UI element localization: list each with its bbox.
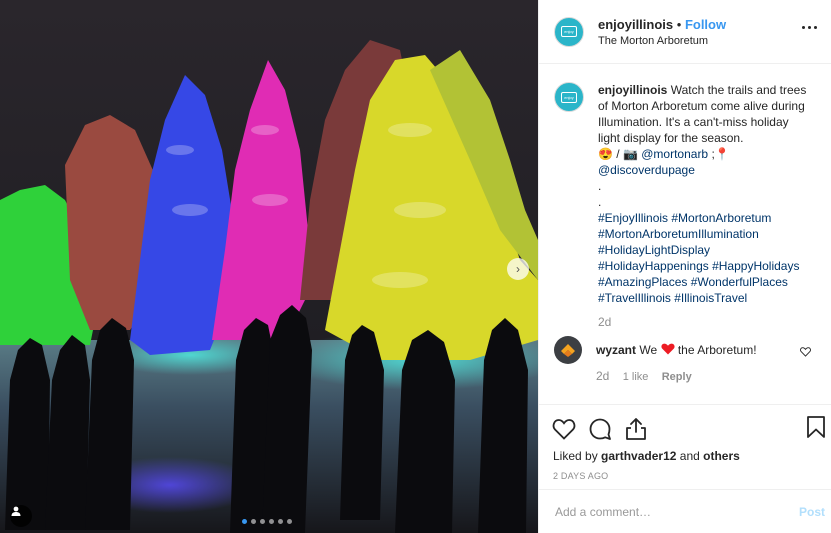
caption: enjoy illinois enjoyillinois Watch the t… — [554, 82, 815, 330]
caption-username[interactable]: enjoyillinois — [598, 83, 667, 97]
caption-body: enjoyillinois Watch the trails and trees… — [598, 82, 813, 330]
post-photo[interactable]: › — [0, 0, 538, 533]
illuminated-trees-photo — [0, 0, 538, 533]
action-bar — [539, 404, 831, 452]
chevron-right-icon: › — [516, 262, 520, 276]
caption-age[interactable]: 2d — [598, 314, 813, 330]
more-options-icon[interactable] — [802, 26, 817, 29]
post-comment-button[interactable]: Post — [799, 505, 825, 519]
comment-button[interactable] — [587, 416, 613, 442]
red-heart-emoji-icon — [660, 343, 675, 355]
header-text: enjoyillinois • Follow The Morton Arbore… — [598, 17, 726, 47]
post-timestamp[interactable]: 2 DAYS AGO — [539, 463, 831, 481]
tagged-users-button[interactable] — [10, 505, 32, 527]
commenter-avatar[interactable] — [554, 336, 582, 364]
comment-like-heart-icon[interactable] — [800, 347, 811, 357]
carousel-dot — [278, 519, 283, 524]
comment-icon — [589, 418, 611, 440]
mention-mortonarb[interactable]: @mortonarb — [641, 147, 708, 161]
carousel-dot — [287, 519, 292, 524]
carousel-indicator — [242, 519, 292, 524]
heart-icon — [552, 418, 576, 440]
comment-text-before: We — [639, 343, 658, 357]
comments-section: enjoy illinois enjoyillinois Watch the t… — [539, 64, 831, 404]
separator-dot: • — [676, 16, 682, 32]
instagram-post: › enjoy illinois enjoyillinois — [0, 0, 831, 533]
comment-username[interactable]: wyzant — [596, 343, 636, 357]
follow-button[interactable]: Follow — [685, 17, 726, 32]
carousel-dot-active — [242, 519, 247, 524]
location-pin-suffix: ;📍 — [711, 147, 730, 161]
comment-item: wyzant We the Arboretum! 2d 1 like Reply — [554, 336, 815, 385]
post-header: enjoy illinois enjoyillinois • Follow Th… — [539, 0, 831, 64]
like-button[interactable] — [551, 416, 577, 442]
next-photo-button[interactable]: › — [507, 258, 529, 280]
enjoy-illinois-logo: enjoy illinois — [561, 26, 577, 37]
add-comment-bar: Post — [539, 489, 831, 533]
location-link[interactable]: The Morton Arboretum — [598, 35, 726, 47]
user-tag-icon — [11, 506, 21, 516]
comment-input[interactable] — [553, 503, 799, 520]
emoji-credit: 😍 / 📷 — [598, 147, 638, 161]
share-button[interactable] — [623, 416, 649, 442]
enjoy-illinois-logo: enjoy illinois — [561, 91, 577, 103]
comment-text-after: the Arboretum! — [677, 343, 757, 357]
comment-meta: 2d 1 like Reply — [596, 368, 811, 385]
header-line: enjoyillinois • Follow — [598, 17, 726, 32]
profile-avatar[interactable]: enjoy illinois — [554, 16, 584, 47]
carousel-dot — [269, 519, 274, 524]
share-icon — [626, 417, 646, 440]
save-button[interactable] — [806, 415, 826, 444]
post-sidebar: enjoy illinois enjoyillinois • Follow Th… — [538, 0, 831, 533]
header-username[interactable]: enjoyillinois — [598, 17, 673, 32]
bookmark-icon — [807, 416, 825, 438]
carousel-dot — [260, 519, 265, 524]
comment-age[interactable]: 2d — [596, 369, 609, 383]
mention-discoverdupage[interactable]: @discoverdupage — [598, 163, 695, 177]
hashtag-list[interactable]: #EnjoyIllinois #MortonArboretum #MortonA… — [598, 210, 813, 306]
comment-body: wyzant We the Arboretum! 2d 1 like Reply — [596, 336, 811, 385]
reply-button[interactable]: Reply — [662, 371, 692, 383]
comment-like-count[interactable]: 1 like — [623, 371, 649, 383]
caption-avatar[interactable]: enjoy illinois — [554, 82, 584, 112]
caption-spacer-dots: . . — [598, 179, 602, 209]
wyzant-logo-icon — [561, 344, 575, 357]
carousel-dot — [251, 519, 256, 524]
